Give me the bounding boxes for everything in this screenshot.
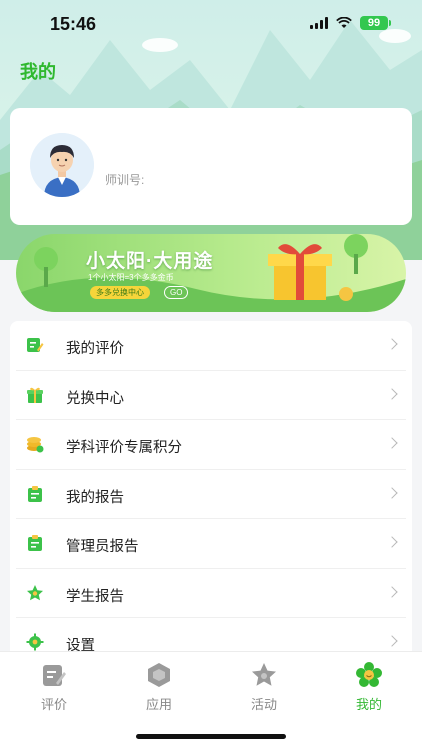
menu-list: 我的评价 兑换中心 学科评价专属积分 我的报告 管理员报告 学生报告 设置 (10, 321, 412, 651)
coins-icon (27, 437, 44, 453)
menu-item-label: 学生报告 (66, 588, 124, 605)
menu-item-settings[interactable]: 设置 (16, 618, 406, 651)
chevron-right-icon (386, 536, 398, 548)
menu-item-student-report[interactable]: 学生报告 (16, 569, 406, 618)
tab-label: 活动 (250, 697, 277, 712)
menu-item-my-report[interactable]: 我的报告 (16, 470, 406, 519)
tab-mine[interactable]: 我的 (329, 662, 409, 722)
tab-evaluate[interactable]: 评价 (14, 662, 94, 722)
menu-item-label: 兑换中心 (66, 390, 124, 407)
tab-apps[interactable]: 应用 (119, 662, 199, 722)
cellular-signal-icon (310, 17, 328, 29)
banner-title: 小太阳·大用途 (86, 251, 214, 272)
gear-icon (26, 633, 44, 651)
go-button[interactable]: GO (164, 286, 189, 299)
gift-icon (27, 387, 43, 403)
chevron-right-icon (386, 338, 398, 350)
wifi-icon (336, 17, 352, 28)
status-icons: 99 (310, 16, 391, 30)
report-icon (28, 485, 42, 502)
flower-profile-icon (356, 662, 382, 687)
tab-activity[interactable]: 活动 (224, 662, 304, 722)
report-icon (28, 535, 42, 551)
menu-item-my-review[interactable]: 我的评价 (16, 321, 406, 371)
apps-icon (148, 663, 170, 687)
home-indicator (136, 734, 286, 739)
chevron-right-icon (386, 585, 398, 598)
tab-label: 我的 (355, 697, 382, 712)
exchange-banner[interactable]: 小太阳·大用途 1个小太阳=3个多多金币 多多兑换中心 GO (16, 234, 406, 312)
banner-subtitle: 1个小太阳=3个多多金币 (88, 273, 174, 282)
tab-label: 应用 (145, 697, 172, 712)
activity-star-icon (252, 663, 276, 686)
star-icon (27, 584, 43, 600)
menu-item-admin-report[interactable]: 管理员报告 (16, 519, 406, 569)
profile-card[interactable]: 师训号: (10, 108, 412, 225)
avatar[interactable] (30, 133, 94, 197)
chevron-right-icon (386, 387, 398, 400)
evaluate-icon (43, 665, 66, 686)
menu-item-exchange-center[interactable]: 兑换中心 (16, 371, 406, 420)
review-icon (27, 338, 44, 352)
user-avatar-icon (30, 133, 94, 197)
menu-item-label: 设置 (66, 638, 95, 651)
chevron-right-icon (386, 635, 398, 647)
menu-item-label: 管理员报告 (66, 539, 139, 555)
status-bar: 15:46 99 (0, 0, 422, 50)
menu-item-label: 我的报告 (66, 489, 124, 506)
menu-item-subject-points[interactable]: 学科评价专属积分 (16, 420, 406, 470)
status-time: 15:46 (50, 14, 97, 34)
tab-label: 评价 (40, 697, 67, 712)
menu-item-label: 我的评价 (66, 341, 124, 357)
chevron-right-icon (386, 437, 398, 449)
exchange-center-pill[interactable]: 多多兑换中心 (90, 286, 150, 299)
page-title: 我的 (20, 62, 56, 82)
chevron-right-icon (386, 486, 398, 499)
menu-item-label: 学科评价专属积分 (66, 440, 182, 456)
battery-icon: 99 (360, 16, 391, 30)
trainer-id-label: 师训号: (105, 173, 145, 187)
